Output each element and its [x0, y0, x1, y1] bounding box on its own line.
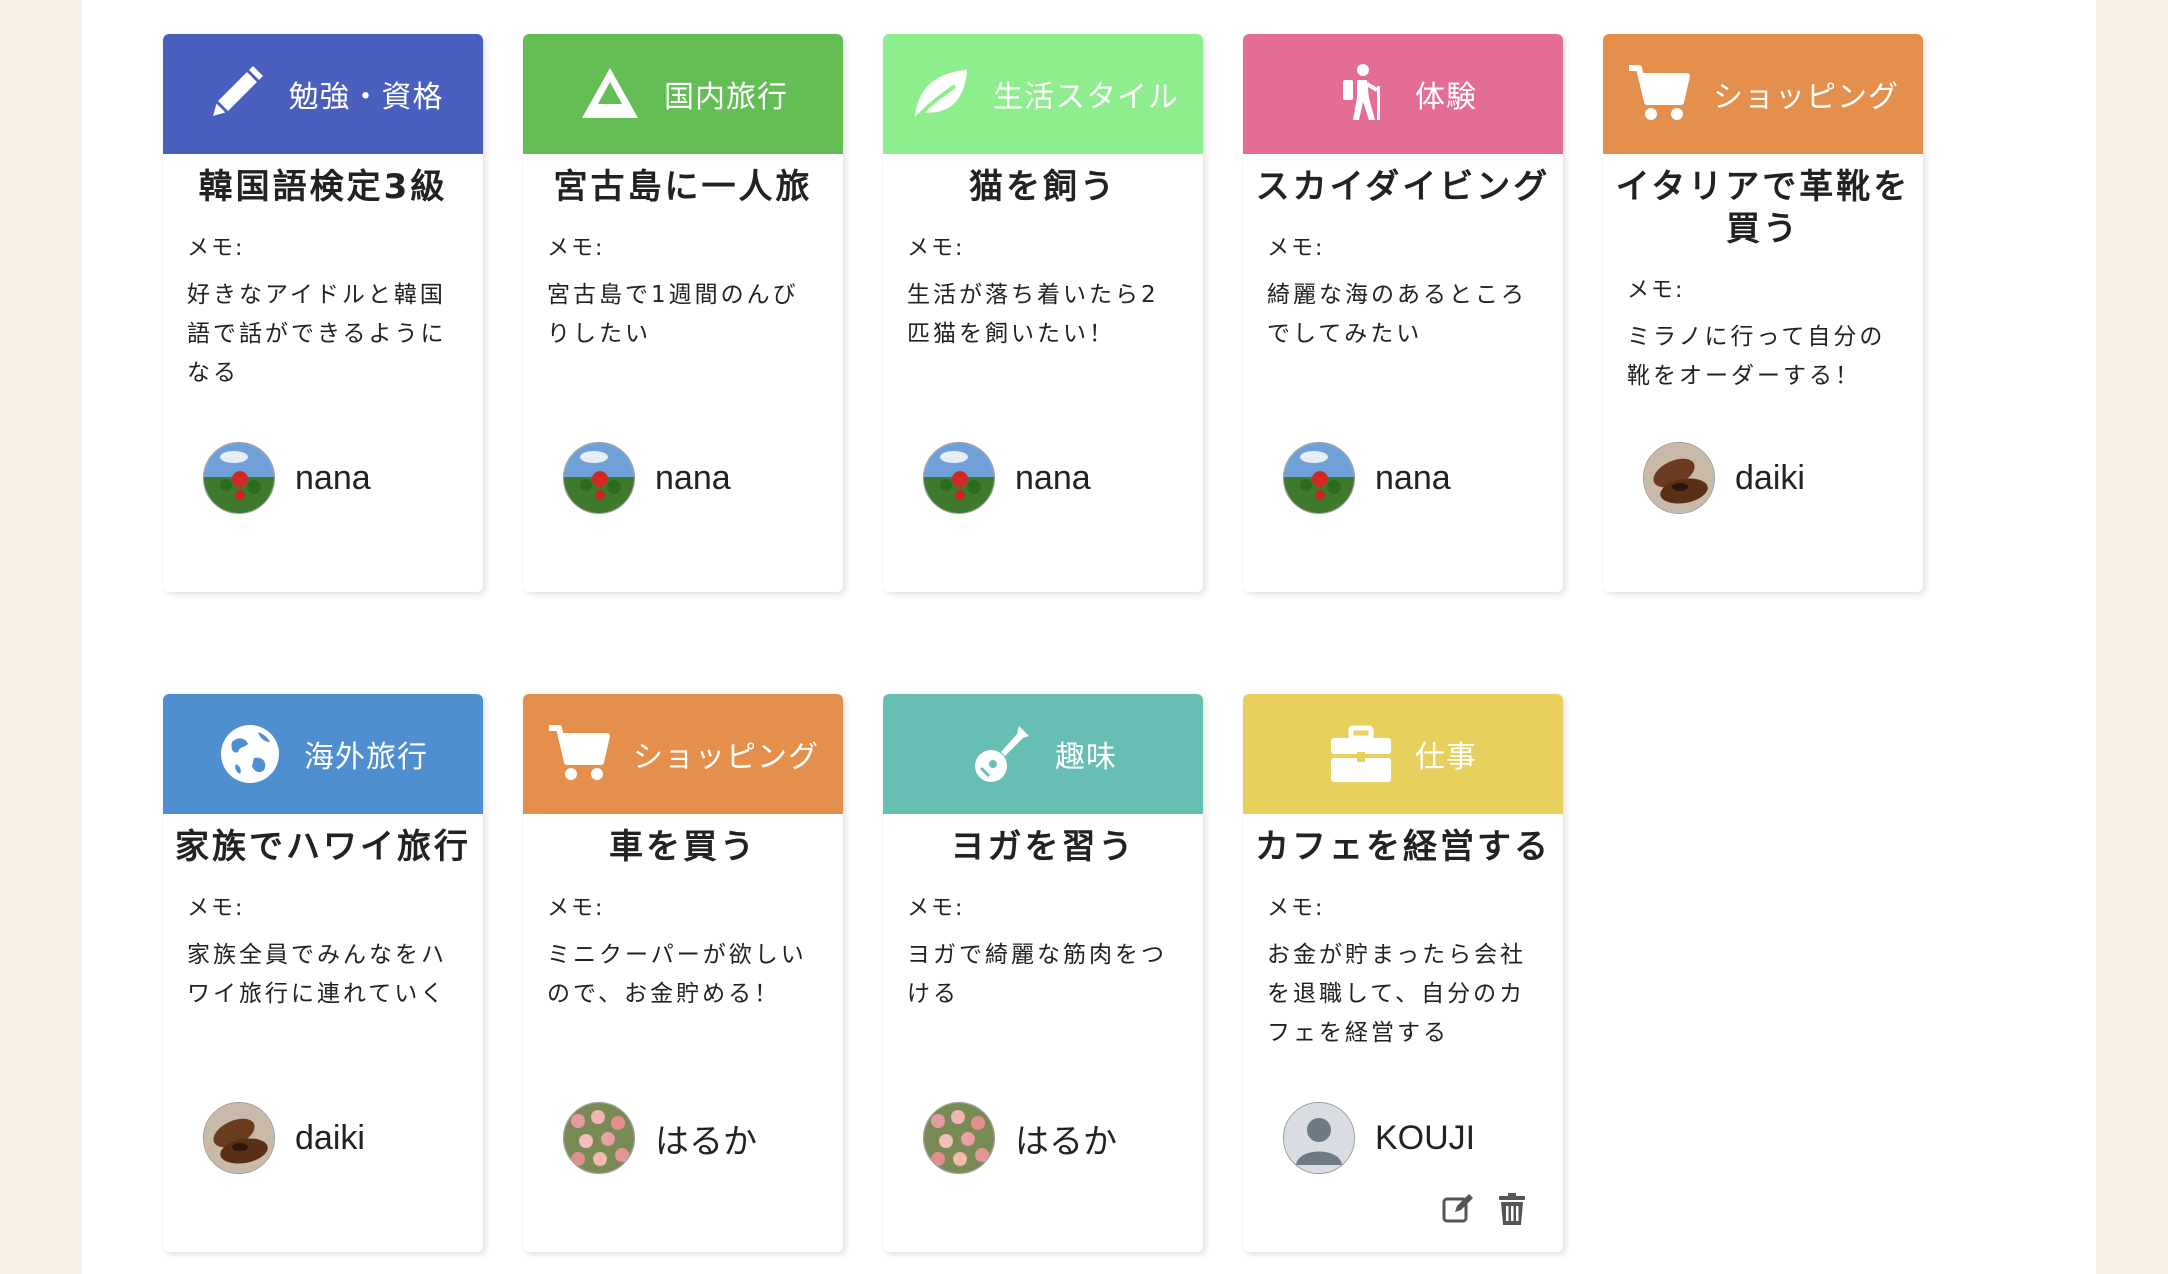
leaf-icon — [907, 62, 971, 126]
category-label: 体験 — [1415, 80, 1477, 115]
memo-text: 宮古島で1週間のんびりしたい — [547, 282, 799, 347]
cart-icon — [1627, 62, 1691, 126]
memo-text: 綺麗な海のあるところでしてみたい — [1267, 282, 1527, 347]
shoes-avatar[interactable] — [1643, 442, 1715, 514]
goal-card[interactable]: 体験 スカイダイビング メモ: 綺麗な海のあるところでしてみたい nana — [1243, 34, 1563, 592]
goal-card[interactable]: ショッピング 車を買う メモ: ミニクーパーが欲しいので、お金貯める！ はるか — [523, 694, 843, 1252]
memo-text: 生活が落ち着いたら2匹猫を飼いたい！ — [907, 282, 1159, 347]
user-name: nana — [295, 458, 371, 497]
mountain-icon — [578, 62, 642, 126]
memo-label: メモ: — [187, 236, 245, 261]
goal-card[interactable]: 生活スタイル 猫を飼う メモ: 生活が落ち着いたら2匹猫を飼いたい！ nana — [883, 34, 1203, 592]
goal-card[interactable]: 海外旅行 家族でハワイ旅行 メモ: 家族全員でみんなをハワイ旅行に連れていく d… — [163, 694, 483, 1252]
goal-title: 猫を飼う — [969, 167, 1117, 207]
memo-label: メモ: — [547, 896, 605, 921]
category-label: 生活スタイル — [993, 80, 1179, 115]
memo-label: メモ: — [1267, 236, 1325, 261]
user-info[interactable]: nana — [923, 442, 1091, 514]
user-info[interactable]: はるか — [923, 1102, 1117, 1174]
pencil-icon — [203, 62, 267, 126]
goal-card[interactable]: 趣味 ヨガを習う メモ: ヨガで綺麗な筋肉をつける はるか — [883, 694, 1203, 1252]
memo-label: メモ: — [907, 236, 965, 261]
category-header: 仕事 — [1243, 694, 1563, 814]
goal-title: 宮古島に一人旅 — [553, 167, 813, 207]
category-label: 国内旅行 — [664, 80, 788, 115]
user-name: KOUJI — [1375, 1118, 1476, 1157]
goal-title: カフェを経営する — [1255, 827, 1551, 867]
goal-card[interactable]: 国内旅行 宮古島に一人旅 メモ: 宮古島で1週間のんびりしたい nana — [523, 34, 843, 592]
category-header: ショッピング — [523, 694, 843, 814]
roses-avatar[interactable] — [923, 1102, 995, 1174]
card-actions — [1441, 1192, 1529, 1226]
goal-title: ヨガを習う — [950, 827, 1136, 867]
user-info[interactable]: KOUJI — [1283, 1102, 1475, 1174]
flower-avatar[interactable] — [1283, 442, 1355, 514]
user-name: はるか — [1015, 1122, 1117, 1161]
memo-label: メモ: — [1627, 278, 1685, 303]
goal-title: スカイダイビング — [1255, 167, 1551, 207]
memo-text: 家族全員でみんなをハワイ旅行に連れていく — [187, 942, 447, 1007]
user-info[interactable]: はるか — [563, 1102, 757, 1174]
category-label: 勉強・資格 — [288, 80, 444, 115]
user-name: nana — [655, 458, 731, 497]
category-header: 生活スタイル — [883, 34, 1203, 154]
memo-text: ミニクーパーが欲しいので、お金貯める！ — [547, 942, 807, 1007]
user-name: はるか — [655, 1122, 757, 1161]
trash-icon[interactable] — [1495, 1192, 1529, 1226]
user-name: nana — [1375, 458, 1451, 497]
category-label: 趣味 — [1055, 740, 1117, 775]
category-header: ショッピング — [1603, 34, 1923, 154]
category-header: 体験 — [1243, 34, 1563, 154]
category-header: 海外旅行 — [163, 694, 483, 814]
category-label: ショッピング — [633, 740, 819, 775]
user-info[interactable]: daiki — [203, 1102, 365, 1174]
globe-icon — [218, 722, 282, 786]
roses-avatar[interactable] — [563, 1102, 635, 1174]
memo-text: ヨガで綺麗な筋肉をつける — [907, 942, 1167, 1007]
category-header: 勉強・資格 — [163, 34, 483, 154]
category-header: 国内旅行 — [523, 34, 843, 154]
goal-title: 韓国語検定3級 — [198, 167, 448, 207]
memo-label: メモ: — [187, 896, 245, 921]
user-info[interactable]: nana — [563, 442, 731, 514]
memo-label: メモ: — [907, 896, 965, 921]
goal-card[interactable]: 勉強・資格 韓国語検定3級 メモ: 好きなアイドルと韓国語で話ができるようになる… — [163, 34, 483, 592]
goal-title: 家族でハワイ旅行 — [175, 827, 471, 867]
memo-text: お金が貯まったら会社を退職して、自分のカフェを経営する — [1267, 942, 1527, 1046]
flower-avatar[interactable] — [203, 442, 275, 514]
cart-icon — [547, 722, 611, 786]
goal-title: 車を買う — [609, 827, 757, 867]
category-label: 仕事 — [1415, 740, 1477, 775]
goal-title: イタリアで革靴を買う — [1615, 167, 1911, 249]
guitar-icon — [969, 722, 1033, 786]
category-header: 趣味 — [883, 694, 1203, 814]
user-name: nana — [1015, 458, 1091, 497]
memo-text: ミラノに行って自分の靴をオーダーする！ — [1627, 324, 1886, 389]
memo-label: メモ: — [547, 236, 605, 261]
user-info[interactable]: daiki — [1643, 442, 1805, 514]
user-name: daiki — [1735, 458, 1805, 497]
memo-label: メモ: — [1267, 896, 1325, 921]
category-label: 海外旅行 — [304, 740, 428, 775]
user-info[interactable]: nana — [1283, 442, 1451, 514]
default-user-avatar[interactable] — [1283, 1102, 1355, 1174]
goal-card[interactable]: ショッピング イタリアで革靴を買う メモ: ミラノに行って自分の靴をオーダーする… — [1603, 34, 1923, 592]
shoes-avatar[interactable] — [203, 1102, 275, 1174]
hiking-icon — [1329, 62, 1393, 126]
user-info[interactable]: nana — [203, 442, 371, 514]
flower-avatar[interactable] — [923, 442, 995, 514]
category-label: ショッピング — [1713, 80, 1899, 115]
flower-avatar[interactable] — [563, 442, 635, 514]
briefcase-icon — [1329, 722, 1393, 786]
user-name: daiki — [295, 1118, 365, 1157]
goal-card[interactable]: 仕事 カフェを経営する メモ: お金が貯まったら会社を退職して、自分のカフェを経… — [1243, 694, 1563, 1252]
edit-icon[interactable] — [1441, 1192, 1475, 1226]
memo-text: 好きなアイドルと韓国語で話ができるようになる — [187, 282, 447, 386]
page-content: 勉強・資格 韓国語検定3級 メモ: 好きなアイドルと韓国語で話ができるようになる… — [82, 0, 2096, 1274]
